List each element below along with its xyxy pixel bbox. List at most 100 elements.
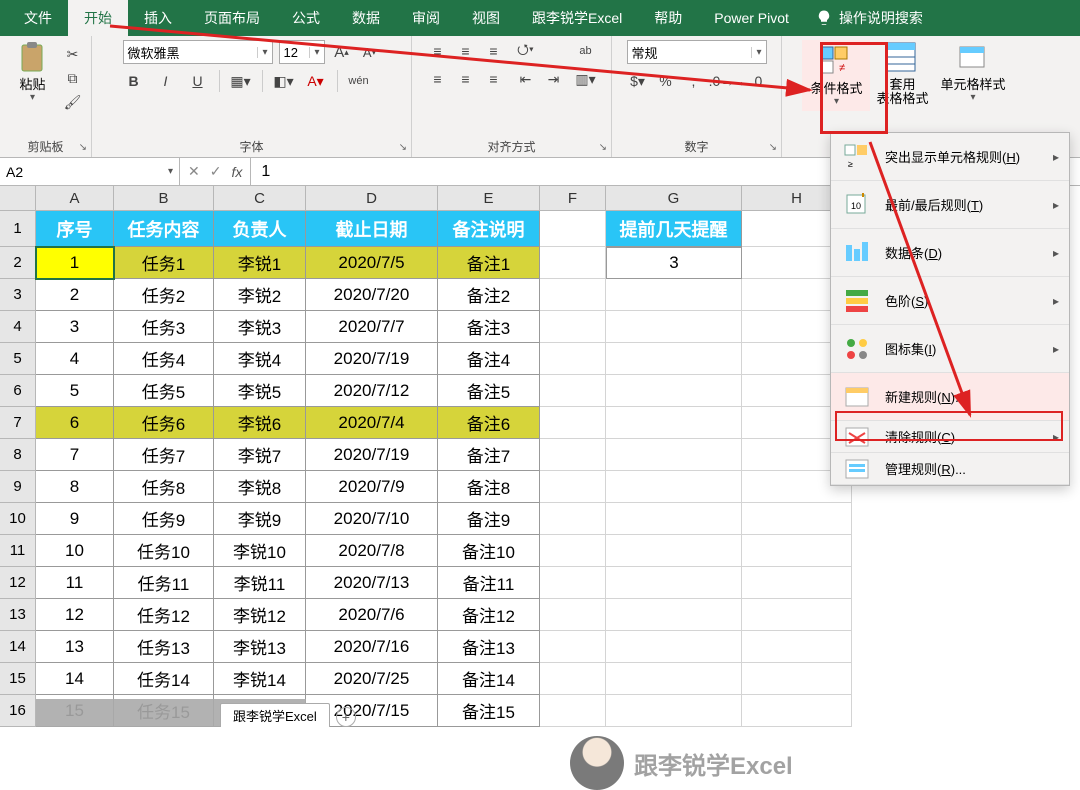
cell[interactable] bbox=[606, 535, 742, 567]
row-header[interactable]: 14 bbox=[0, 631, 36, 663]
row-header[interactable]: 9 bbox=[0, 471, 36, 503]
cell[interactable]: 备注9 bbox=[438, 503, 540, 535]
cell[interactable] bbox=[540, 663, 606, 695]
align-top-icon[interactable]: ≡ bbox=[427, 40, 449, 62]
column-header[interactable]: C bbox=[214, 186, 306, 210]
cell[interactable]: 1 bbox=[36, 247, 114, 279]
cell[interactable]: 李锐14 bbox=[214, 663, 306, 695]
cell[interactable]: 李锐13 bbox=[214, 631, 306, 663]
cell[interactable] bbox=[606, 567, 742, 599]
cell[interactable] bbox=[606, 439, 742, 471]
cell[interactable]: 2 bbox=[36, 279, 114, 311]
cell[interactable]: 2020/7/19 bbox=[306, 343, 438, 375]
table-header-cell[interactable]: 备注说明 bbox=[438, 211, 540, 247]
cell[interactable]: 2020/7/16 bbox=[306, 631, 438, 663]
sheet-tab[interactable]: 跟李锐学Excel bbox=[220, 703, 330, 727]
cell[interactable] bbox=[540, 311, 606, 343]
number-format-combo[interactable]: 常规▾ bbox=[627, 40, 767, 64]
table-header-cell[interactable]: 任务内容 bbox=[114, 211, 214, 247]
cell[interactable] bbox=[606, 631, 742, 663]
tab-powerpivot[interactable]: Power Pivot bbox=[698, 0, 805, 36]
cell[interactable]: 备注1 bbox=[438, 247, 540, 279]
cell[interactable]: 备注13 bbox=[438, 631, 540, 663]
dialog-launcher-icon[interactable]: ↘ bbox=[79, 142, 87, 153]
format-painter-icon[interactable]: 🖌 bbox=[63, 92, 83, 112]
table-header-cell[interactable]: 截止日期 bbox=[306, 211, 438, 247]
cell[interactable]: 任务8 bbox=[114, 471, 214, 503]
align-center-icon[interactable]: ≡ bbox=[455, 68, 477, 90]
menu-item[interactable]: 10最前/最后规则(T)▸ bbox=[831, 181, 1069, 229]
cell[interactable]: 任务14 bbox=[114, 663, 214, 695]
cell[interactable]: 3 bbox=[36, 311, 114, 343]
cell[interactable]: 2020/7/19 bbox=[306, 439, 438, 471]
column-header[interactable]: B bbox=[114, 186, 214, 210]
cell[interactable] bbox=[540, 503, 606, 535]
cell[interactable] bbox=[540, 567, 606, 599]
row-header[interactable]: 16 bbox=[0, 695, 36, 727]
select-all-corner[interactable] bbox=[0, 186, 36, 211]
cell[interactable] bbox=[742, 663, 852, 695]
align-left-icon[interactable]: ≡ bbox=[427, 68, 449, 90]
border-button[interactable]: ▦▾ bbox=[230, 70, 252, 92]
cell[interactable] bbox=[742, 631, 852, 663]
cell[interactable]: 14 bbox=[36, 663, 114, 695]
cell[interactable]: 备注15 bbox=[438, 695, 540, 727]
cell[interactable]: 2020/7/8 bbox=[306, 535, 438, 567]
align-right-icon[interactable]: ≡ bbox=[483, 68, 505, 90]
cell[interactable]: 李锐2 bbox=[214, 279, 306, 311]
new-sheet-button[interactable]: + bbox=[336, 707, 356, 727]
menu-item[interactable]: 管理规则(R)... bbox=[831, 453, 1069, 485]
menu-item[interactable]: 色阶(S)▸ bbox=[831, 277, 1069, 325]
cell[interactable]: 李锐1 bbox=[214, 247, 306, 279]
increase-decimal-icon[interactable]: .0→ bbox=[711, 70, 733, 92]
row-header[interactable]: 15 bbox=[0, 663, 36, 695]
row-header[interactable]: 1 bbox=[0, 211, 36, 247]
cell[interactable]: 任务2 bbox=[114, 279, 214, 311]
cell[interactable]: 13 bbox=[36, 631, 114, 663]
font-name-combo[interactable]: 微软雅黑▾ bbox=[123, 40, 273, 64]
cell[interactable]: 9 bbox=[36, 503, 114, 535]
phonetic-button[interactable]: wén bbox=[348, 70, 370, 92]
align-bottom-icon[interactable]: ≡ bbox=[483, 40, 505, 62]
cell[interactable]: 任务11 bbox=[114, 567, 214, 599]
cell[interactable] bbox=[540, 471, 606, 503]
italic-button[interactable]: I bbox=[155, 70, 177, 92]
column-header[interactable]: E bbox=[438, 186, 540, 210]
cell[interactable]: 8 bbox=[36, 471, 114, 503]
cell[interactable]: 李锐7 bbox=[214, 439, 306, 471]
decrease-decimal-icon[interactable]: ←.0 bbox=[739, 70, 761, 92]
cell[interactable]: 李锐6 bbox=[214, 407, 306, 439]
row-header[interactable]: 2 bbox=[0, 247, 36, 279]
dialog-launcher-icon[interactable]: ↘ bbox=[599, 142, 607, 153]
row-header[interactable]: 6 bbox=[0, 375, 36, 407]
merge-icon[interactable]: ▥▾ bbox=[575, 68, 597, 90]
fx-icon[interactable]: fx bbox=[231, 164, 242, 180]
cell[interactable] bbox=[540, 375, 606, 407]
tell-me-search[interactable]: 操作说明搜索 bbox=[815, 8, 923, 28]
cell[interactable]: 2020/7/9 bbox=[306, 471, 438, 503]
cell[interactable]: 备注5 bbox=[438, 375, 540, 407]
decrease-indent-icon[interactable]: ⇤ bbox=[515, 68, 537, 90]
cell[interactable]: 2020/7/4 bbox=[306, 407, 438, 439]
increase-font-icon[interactable]: A▴ bbox=[331, 41, 353, 63]
cell[interactable] bbox=[742, 503, 852, 535]
cell[interactable] bbox=[606, 663, 742, 695]
cell[interactable] bbox=[540, 535, 606, 567]
cell[interactable] bbox=[742, 567, 852, 599]
cell[interactable] bbox=[540, 695, 606, 727]
bold-button[interactable]: B bbox=[123, 70, 145, 92]
dialog-launcher-icon[interactable]: ↘ bbox=[769, 142, 777, 153]
cell[interactable]: 李锐9 bbox=[214, 503, 306, 535]
cell[interactable] bbox=[606, 343, 742, 375]
cell[interactable]: 2020/7/25 bbox=[306, 663, 438, 695]
column-header[interactable]: F bbox=[540, 186, 606, 210]
align-middle-icon[interactable]: ≡ bbox=[455, 40, 477, 62]
cancel-icon[interactable]: ✕ bbox=[188, 163, 200, 180]
table-header-cell[interactable]: 负责人 bbox=[214, 211, 306, 247]
currency-icon[interactable]: $▾ bbox=[627, 70, 649, 92]
tab-view[interactable]: 视图 bbox=[456, 0, 516, 36]
cell[interactable] bbox=[540, 343, 606, 375]
percent-icon[interactable]: % bbox=[655, 70, 677, 92]
font-color-button[interactable]: A▾ bbox=[305, 70, 327, 92]
row-header[interactable]: 13 bbox=[0, 599, 36, 631]
